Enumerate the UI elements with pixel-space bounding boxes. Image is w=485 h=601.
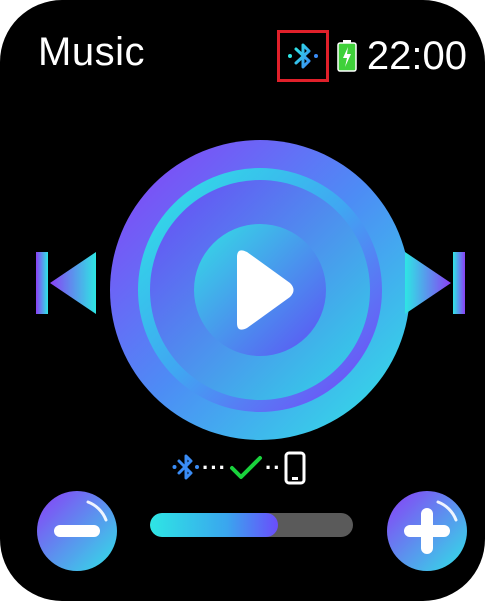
volume-up-button[interactable] bbox=[386, 490, 468, 572]
minus-icon bbox=[37, 491, 117, 571]
previous-track-button[interactable] bbox=[36, 252, 96, 314]
checkmark-icon bbox=[229, 456, 262, 479]
connection-status: ··· ·· bbox=[172, 448, 342, 488]
bluetooth-icon bbox=[287, 43, 318, 69]
clock: 22:00 bbox=[366, 34, 467, 78]
play-button[interactable] bbox=[197, 225, 327, 355]
battery-charging-icon bbox=[337, 40, 357, 72]
connection-dots: ·· bbox=[264, 455, 282, 480]
volume-level bbox=[150, 513, 278, 537]
status-bar: 22:00 bbox=[276, 28, 467, 84]
skip-next-icon bbox=[405, 252, 465, 314]
play-icon bbox=[237, 250, 294, 330]
phone-icon bbox=[284, 451, 306, 485]
bluetooth-status[interactable] bbox=[276, 30, 329, 82]
watch-screen: Music 22:00 ··· ·· bbox=[0, 0, 485, 601]
connection-dots: ··· bbox=[202, 455, 227, 480]
volume-slider[interactable] bbox=[150, 513, 353, 537]
bluetooth-icon bbox=[172, 454, 199, 480]
skip-previous-icon bbox=[36, 252, 96, 314]
app-title: Music bbox=[38, 30, 145, 74]
volume-down-button[interactable] bbox=[36, 490, 118, 572]
next-track-button[interactable] bbox=[405, 252, 465, 314]
plus-icon bbox=[387, 491, 467, 571]
